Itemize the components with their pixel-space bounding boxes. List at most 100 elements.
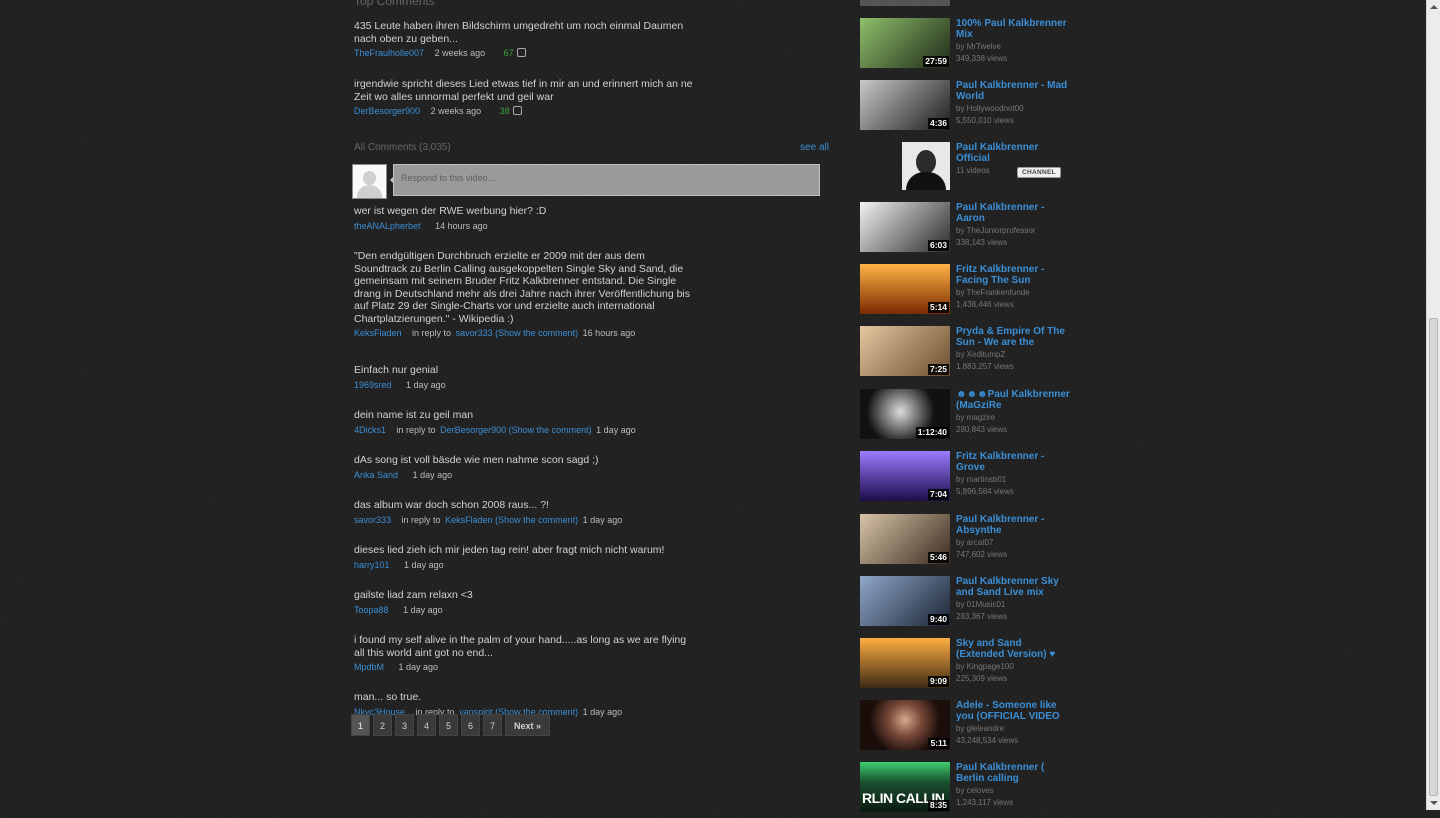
list-item: gailste liad zam relaxn <3 Toopa88 1 day… — [354, 589, 829, 634]
reply-target-link[interactable]: savor333 (Show the comment) — [456, 328, 579, 338]
video-title-link[interactable]: Paul Kalkbrenner - Absynthe — [956, 514, 1071, 536]
comment-text: irgendwie spricht dieses Lied etwas tief… — [354, 78, 693, 103]
video-thumbnail[interactable]: 7:25 — [860, 326, 950, 376]
video-title-link[interactable]: Pryda & Empire Of The Sun - We are the — [956, 326, 1071, 348]
see-all-link[interactable]: see all — [800, 142, 829, 153]
reply-label: in reply to — [412, 328, 452, 338]
page-button-3[interactable]: 3 — [395, 714, 414, 736]
page-button-6[interactable]: 6 — [461, 714, 480, 736]
comment-author-link[interactable]: 4Dicks1 — [354, 425, 386, 435]
related-video-item[interactable]: 5:14 Fritz Kalkbrenner - Facing The Sun … — [860, 264, 1075, 320]
video-title-link[interactable]: 100% Paul Kalkbrenner Mix — [956, 18, 1071, 40]
video-title-link[interactable]: Fritz Kalkbrenner - Facing The Sun — [956, 264, 1071, 286]
next-page-button[interactable]: Next » — [505, 714, 551, 736]
list-item: dein name ist zu geil man 4Dicks1 in rep… — [354, 409, 829, 454]
comment-author-link[interactable]: 1969sred — [354, 380, 392, 390]
video-views: 1,438,446 views — [956, 300, 1014, 309]
video-title-link[interactable]: Paul Kalkbrenner - Aaron — [956, 202, 1071, 224]
video-duration: 7:04 — [927, 489, 949, 500]
related-video-item[interactable]: 5:46 Paul Kalkbrenner - Absynthe by arca… — [860, 514, 1075, 570]
list-item: Einfach nur genial 1969sred 1 day ago — [354, 364, 829, 409]
related-video-item[interactable]: 7:25 Pryda & Empire Of The Sun - We are … — [860, 326, 1075, 382]
related-video-item[interactable]: 5:11 Adele - Someone like you (OFFICIAL … — [860, 700, 1075, 756]
video-thumbnail[interactable]: 5:14 — [860, 264, 950, 314]
comment-author-link[interactable]: DerBesorger900 — [354, 106, 420, 116]
video-title-link[interactable]: Sky and Sand (Extended Version) ♥ — [956, 638, 1071, 660]
comment-meta: Anka Sand 1 day ago — [354, 470, 829, 482]
reply-box: Respond to this video... — [352, 164, 824, 199]
comment-author-link[interactable]: KeksFladen — [354, 328, 402, 338]
channel-title-link[interactable]: Paul Kalkbrenner Official — [956, 142, 1071, 164]
comment-text: dein name ist zu geil man — [354, 409, 474, 421]
comment-meta: harry101 1 day ago — [354, 560, 829, 572]
reply-target-link[interactable]: DerBesorger900 (Show the comment) — [440, 425, 592, 435]
comment-author-link[interactable]: theANALpherbet — [354, 221, 421, 231]
video-thumbnail[interactable]: 9:09 — [860, 638, 950, 688]
related-video-item[interactable]: 27:59 100% Paul Kalkbrenner Mix by MrTwe… — [860, 18, 1075, 74]
video-thumbnail[interactable]: 5:11 — [860, 700, 950, 750]
video-views: 1,883,257 views — [956, 362, 1014, 371]
scroll-down-arrow-icon[interactable] — [1430, 801, 1438, 805]
video-title-link[interactable]: Paul Kalkbrenner - Mad World — [956, 80, 1071, 102]
video-title-link[interactable]: Paul Kalkbrenner ( Berlin calling — [956, 762, 1071, 784]
avatar — [352, 164, 387, 199]
comment-time: 16 hours ago — [582, 328, 636, 338]
video-thumbnail[interactable]: 5:46 — [860, 514, 950, 564]
related-video-item[interactable]: 9:09 Sky and Sand (Extended Version) ♥ b… — [860, 638, 1075, 694]
related-video-item[interactable]: 7:04 Fritz Kalkbrenner - Grove by martin… — [860, 451, 1075, 507]
list-item: dieses lied zieh ich mir jeden tag rein!… — [354, 544, 829, 589]
related-video-item[interactable]: 9:40 Paul Kalkbrenner Sky and Sand Live … — [860, 576, 1075, 632]
channel-avatar[interactable] — [902, 142, 950, 190]
video-thumbnail[interactable]: RLIN CALLIN 8:35 — [860, 762, 950, 812]
related-video-item[interactable]: 4:36 Paul Kalkbrenner - Mad World by Hol… — [860, 80, 1075, 136]
video-thumbnail[interactable]: 4:36 — [860, 80, 950, 130]
comment-author-link[interactable]: harry101 — [354, 560, 390, 570]
video-title-link[interactable]: Fritz Kalkbrenner - Grove — [956, 451, 1071, 473]
video-thumbnail[interactable]: 9:40 — [860, 576, 950, 626]
page-button-2[interactable]: 2 — [373, 714, 392, 736]
thumbs-up-icon[interactable] — [516, 48, 526, 57]
video-thumbnail[interactable]: 1:12:40 — [860, 389, 950, 439]
thumbs-up-icon[interactable] — [512, 106, 522, 115]
video-views: 5,896,584 views — [956, 487, 1014, 496]
comment-text: Einfach nur genial — [354, 364, 439, 376]
page-button-1[interactable]: 1 — [351, 714, 370, 736]
video-duration: 1:12:40 — [915, 427, 949, 438]
video-title-link[interactable]: ☻☻☻Paul Kalkbrenner (MaGziRe — [956, 389, 1071, 411]
related-video-item[interactable]: 6:03 Paul Kalkbrenner - Aaron by TheJuni… — [860, 202, 1075, 258]
list-item: "Den endgültigen Durchbruch erzielte er … — [354, 250, 829, 340]
comment-text: wer ist wegen der RWE werbung hier? :D — [354, 205, 547, 217]
page-button-4[interactable]: 4 — [417, 714, 436, 736]
comment-time: 2 weeks ago — [434, 48, 486, 58]
scrollbar-thumb[interactable] — [1429, 318, 1438, 796]
comment-input[interactable]: Respond to this video... — [393, 164, 820, 196]
comment-text: man... so true. — [354, 691, 422, 703]
scroll-up-arrow-icon[interactable] — [1430, 5, 1438, 9]
video-thumbnail[interactable]: 27:59 — [860, 18, 950, 68]
video-thumbnail[interactable]: 7:04 — [860, 451, 950, 501]
video-title-link[interactable]: Paul Kalkbrenner Sky and Sand Live mix — [956, 576, 1071, 598]
comment-time: 1 day ago — [582, 706, 623, 717]
comment-author-link[interactable]: Anka Sand — [354, 470, 398, 480]
reply-target-link[interactable]: KeksFladen (Show the comment) — [445, 515, 578, 525]
page-button-7[interactable]: 7 — [483, 714, 502, 736]
channel-avatar-face-shape — [916, 150, 936, 174]
video-uploader: by MrTwelve — [956, 42, 1001, 51]
video-thumbnail[interactable]: 6:03 — [860, 202, 950, 252]
comment-author-link[interactable]: MpdbM — [354, 662, 384, 672]
related-video-item[interactable]: 1:12:40 ☻☻☻Paul Kalkbrenner (MaGziRe by … — [860, 389, 1075, 445]
page-button-5[interactable]: 5 — [439, 714, 458, 736]
video-uploader: by 01Music01 — [956, 600, 1006, 609]
comment-author-link[interactable]: TheFraulholle007 — [354, 48, 424, 58]
comment-author-link[interactable]: Toopa88 — [354, 605, 389, 615]
video-uploader: by XeditumpZ — [956, 350, 1006, 359]
video-duration: 5:46 — [927, 552, 949, 563]
comment-author-link[interactable]: savor333 — [354, 515, 391, 525]
video-title-link[interactable]: Adele - Someone like you (OFFICIAL VIDEO — [956, 700, 1071, 722]
video-duration: 27:59 — [923, 56, 949, 67]
vertical-scrollbar[interactable] — [1426, 0, 1440, 810]
related-channel-item[interactable]: Paul Kalkbrenner Official 11 videos CHAN… — [860, 142, 1075, 198]
comment-meta: savor333 in reply to KeksFladen (Show th… — [354, 515, 829, 527]
avatar-head-shape — [363, 171, 376, 185]
video-uploader: by arcat07 — [956, 538, 994, 547]
